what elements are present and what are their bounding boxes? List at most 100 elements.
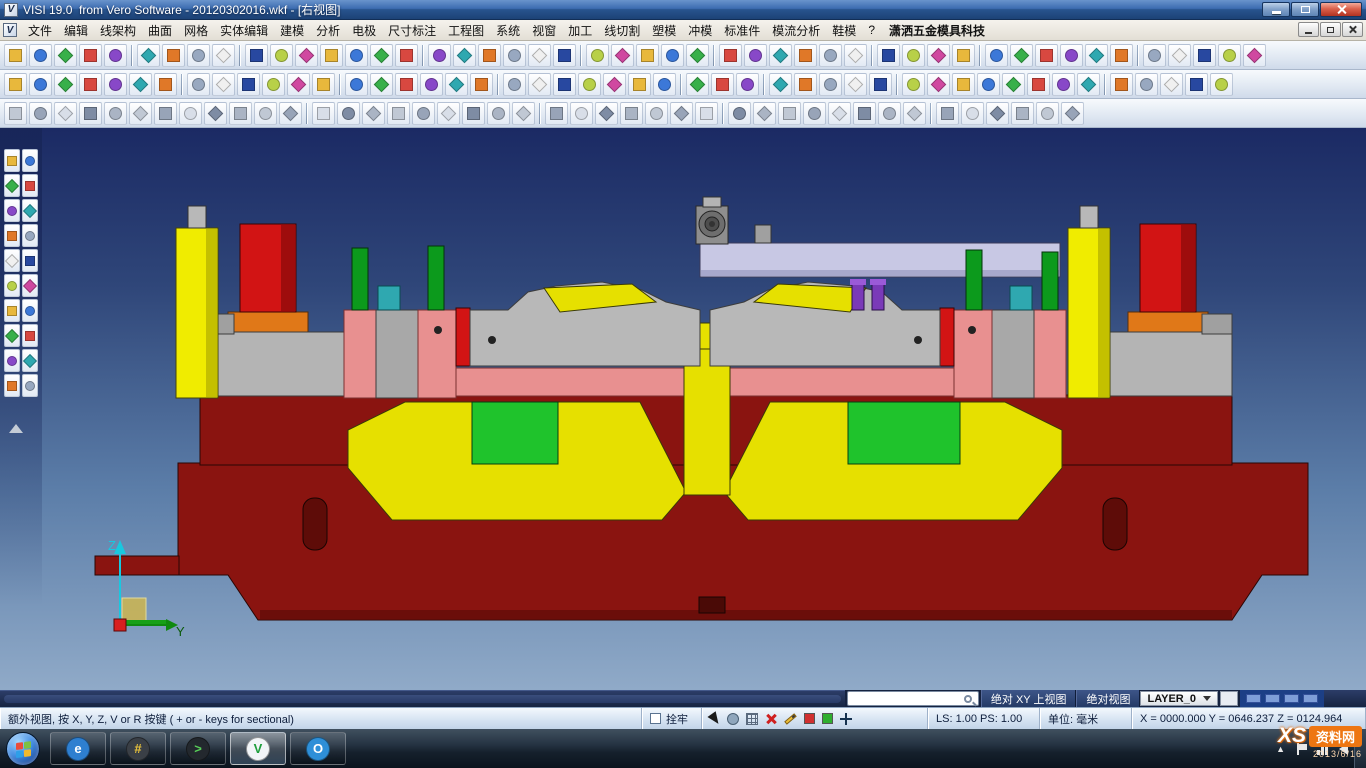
toolbar-icon[interactable] — [4, 102, 27, 125]
right-pink-plate-2[interactable] — [954, 310, 992, 398]
toolbar-icon[interactable] — [844, 73, 867, 96]
toolbar-icon[interactable] — [22, 149, 38, 172]
toolbar-icon[interactable] — [1010, 44, 1033, 67]
right-pink-plate-1[interactable] — [1034, 310, 1066, 398]
toolbar-icon[interactable] — [636, 44, 659, 67]
toolbar-icon[interactable] — [22, 299, 38, 322]
left-gray-spacer[interactable] — [376, 310, 418, 398]
app-internet-explorer[interactable]: e — [50, 732, 106, 765]
toolbar-icon[interactable] — [4, 224, 20, 247]
menu-item-16[interactable]: 冲模 — [682, 20, 718, 41]
dock-expand-arrow-icon[interactable] — [9, 424, 23, 433]
action-center-icon[interactable] — [1297, 743, 1307, 755]
toolbar-icon[interactable] — [29, 44, 52, 67]
toolbar-icon[interactable] — [753, 102, 776, 125]
toolbar-icon[interactable] — [22, 199, 38, 222]
toolbar-icon[interactable] — [4, 324, 20, 347]
left-support-block[interactable] — [204, 332, 346, 396]
absolute-xy-view-button[interactable]: 绝对 XY 上视图 — [981, 690, 1077, 707]
toolbar-icon[interactable] — [952, 73, 975, 96]
toolbar-icon[interactable] — [4, 174, 20, 197]
toolbar-icon[interactable] — [320, 44, 343, 67]
toolbar-icon[interactable] — [54, 73, 77, 96]
left-guide-pin-2[interactable] — [428, 246, 444, 310]
layer-bar[interactable] — [1284, 694, 1299, 703]
viewport-canvas[interactable]: Z Y — [0, 128, 1366, 690]
toolbar-icon[interactable] — [312, 102, 335, 125]
toolbar-icon[interactable] — [553, 44, 576, 67]
toolbar-icon[interactable] — [129, 73, 152, 96]
toolbar-icon[interactable] — [1085, 44, 1108, 67]
toolbar-icon[interactable] — [345, 73, 368, 96]
right-slot-hole[interactable] — [1103, 498, 1127, 550]
menu-item-0[interactable]: 文件 — [22, 20, 58, 41]
toolbar-icon[interactable] — [603, 73, 626, 96]
left-guide-pin-1[interactable] — [352, 248, 368, 310]
toolbar-icon[interactable] — [1110, 44, 1133, 67]
toolbar-icon[interactable] — [503, 73, 526, 96]
center-notch[interactable] — [699, 597, 725, 613]
toolbar-icon[interactable] — [653, 73, 676, 96]
toolbar-icon[interactable] — [878, 102, 901, 125]
toolbar-icon[interactable] — [370, 44, 393, 67]
toolbar-icon[interactable] — [245, 44, 268, 67]
toolbar-icon[interactable] — [661, 44, 684, 67]
toolbar-icon[interactable] — [79, 102, 102, 125]
layer-bar[interactable] — [1246, 694, 1261, 703]
toolbar-icon[interactable] — [512, 102, 535, 125]
toolbar-icon[interactable] — [104, 102, 127, 125]
toolbar-icon[interactable] — [586, 44, 609, 67]
toolbar-icon[interactable] — [1135, 73, 1158, 96]
toolbar-icon[interactable] — [262, 73, 285, 96]
left-slot-hole[interactable] — [303, 498, 327, 550]
menu-item-8[interactable]: 电极 — [346, 20, 382, 41]
toolbar-icon[interactable] — [719, 44, 742, 67]
toolbar-icon[interactable] — [137, 44, 160, 67]
left-pink-plate-1[interactable] — [344, 310, 376, 398]
toolbar-icon[interactable] — [270, 44, 293, 67]
close-button[interactable] — [1320, 2, 1362, 17]
red-status-icon[interactable] — [804, 713, 815, 724]
toolbar-icon[interactable] — [545, 102, 568, 125]
toolbar-icon[interactable] — [828, 102, 851, 125]
menu-item-12[interactable]: 视窗 — [526, 20, 562, 41]
toolbar-icon[interactable] — [487, 102, 510, 125]
toolbar-icon[interactable] — [595, 102, 618, 125]
toolbar-icon[interactable] — [902, 73, 925, 96]
right-orange-flange[interactable] — [1128, 312, 1208, 332]
child-minimize-button[interactable] — [1298, 22, 1319, 37]
toolbar-icon[interactable] — [902, 44, 925, 67]
toolbar-icon[interactable] — [1036, 102, 1059, 125]
toolbar-icon[interactable] — [769, 44, 792, 67]
toolbar-icon[interactable] — [412, 102, 435, 125]
toolbar-icon[interactable] — [1011, 102, 1034, 125]
add-icon[interactable] — [840, 713, 852, 725]
menu-item-13[interactable]: 加工 — [562, 20, 598, 41]
toolbar-icon[interactable] — [728, 102, 751, 125]
toolbar-icon[interactable] — [295, 44, 318, 67]
toolbar-icon[interactable] — [1110, 73, 1133, 96]
right-gray-spacer[interactable] — [992, 310, 1034, 398]
toolbar-icon[interactable] — [420, 73, 443, 96]
toolbar-icon[interactable] — [22, 374, 38, 397]
menu-item-11[interactable]: 系统 — [490, 20, 526, 41]
toolbar-icon[interactable] — [4, 299, 20, 322]
menu-item-4[interactable]: 网格 — [178, 20, 214, 41]
toolbar-icon[interactable] — [961, 102, 984, 125]
toolbar-icon[interactable] — [4, 249, 20, 272]
toolbar-icon[interactable] — [22, 224, 38, 247]
search-input[interactable] — [848, 693, 964, 705]
left-orange-flange[interactable] — [228, 312, 308, 332]
toolbar-icon[interactable] — [79, 44, 102, 67]
maximize-button[interactable] — [1291, 2, 1319, 17]
search-box[interactable] — [847, 691, 979, 706]
punch-column[interactable] — [684, 349, 730, 495]
toolbar-icon[interactable] — [844, 44, 867, 67]
toolbar-icon[interactable] — [620, 102, 643, 125]
toolbar-icon[interactable] — [187, 44, 210, 67]
toolbar-icon[interactable] — [686, 44, 709, 67]
menu-item-5[interactable]: 实体编辑 — [214, 20, 274, 41]
toolbar-icon[interactable] — [645, 102, 668, 125]
toolbar-icon[interactable] — [212, 73, 235, 96]
toolbar-icon[interactable] — [1052, 73, 1075, 96]
